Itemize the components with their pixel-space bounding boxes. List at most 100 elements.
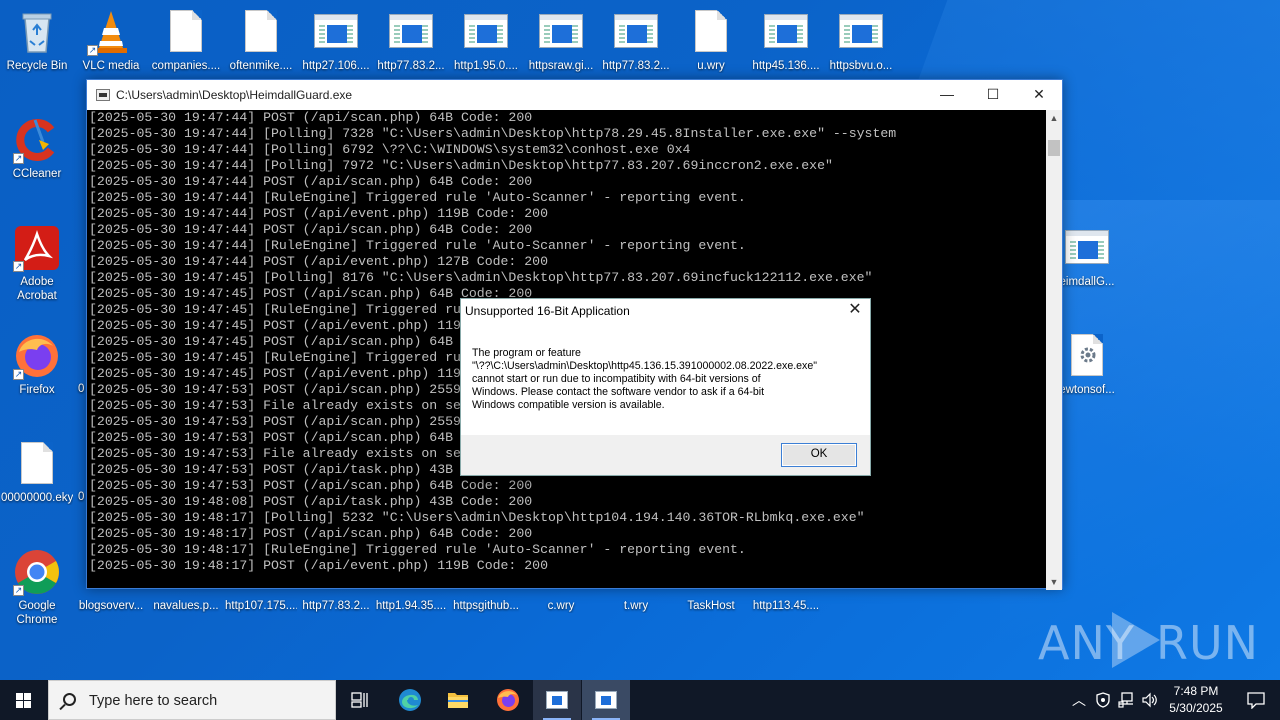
desktop-icon-executable[interactable]: httpsraw.gi... <box>525 8 597 73</box>
console-line: [2025-05-30 19:48:17] POST (/api/scan.ph… <box>89 526 533 541</box>
dialog-message: The program or feature "\??\C:\Users\adm… <box>461 323 870 435</box>
minimize-button[interactable]: — <box>924 80 970 110</box>
desktop-icon-label: TaskHost <box>687 600 735 612</box>
desktop-icon-executable[interactable]: http1.95.0.... <box>450 8 522 73</box>
edge-icon <box>399 689 421 711</box>
vlc-cone-icon: ↗ <box>87 8 135 56</box>
search-icon <box>63 693 76 706</box>
desktop-icon-label: http107.175.... <box>225 600 297 612</box>
notification-icon <box>1247 692 1265 709</box>
desktop-icon-label: http113.45.... <box>752 600 820 612</box>
volume-icon[interactable] <box>1142 692 1158 708</box>
taskbar-edge[interactable] <box>386 680 434 720</box>
console-scrollbar[interactable]: ▲ ▼ <box>1046 110 1062 590</box>
console-line: [2025-05-30 19:47:44] POST (/api/event.p… <box>89 206 548 221</box>
dialog-close-button[interactable]: ✕ <box>842 299 868 323</box>
dialog-message-line: cannot start or run due to incompatibity… <box>472 373 761 385</box>
desktop-icon-file[interactable]: oftenmike.... <box>225 8 297 73</box>
desktop-icon-vlc[interactable]: ↗ VLC media <box>75 8 147 73</box>
desktop-icon-executable[interactable]: http107.175.... <box>225 599 297 613</box>
desktop-icon-label: http77.83.2... <box>602 60 670 72</box>
close-button[interactable]: ✕ <box>1016 80 1062 110</box>
taskbar-app-window[interactable] <box>533 680 581 720</box>
console-titlebar[interactable]: C:\Users\admin\Desktop\HeimdallGuard.exe… <box>87 80 1062 110</box>
console-line: [2025-05-30 19:48:17] [RuleEngine] Trigg… <box>89 542 746 557</box>
system-tray: ︿ <box>1068 680 1160 720</box>
clock-time: 7:48 PM <box>1173 684 1219 698</box>
folder-icon <box>448 693 468 708</box>
application-window-icon <box>312 8 360 56</box>
desktop-icon-file[interactable]: companies.... <box>150 8 222 73</box>
desktop-icon-acrobat[interactable]: ↗ Adobe Acrobat <box>1 224 73 303</box>
application-window-icon <box>537 8 585 56</box>
scroll-up-arrow-icon[interactable]: ▲ <box>1046 110 1062 126</box>
desktop-icon-file[interactable]: navalues.p... <box>150 599 222 613</box>
taskbar-console-window[interactable] <box>582 680 630 720</box>
console-line: [2025-05-30 19:47:44] [RuleEngine] Trigg… <box>89 190 746 205</box>
dialog-message-line: Windows. Please contact the software ven… <box>472 386 765 398</box>
chevron-up-icon[interactable]: ︿ <box>1072 690 1086 710</box>
desktop-icon-file[interactable]: blogsoverv... <box>75 599 147 613</box>
security-shield-icon[interactable] <box>1096 692 1110 708</box>
desktop-icon-label: http1.94.35.... <box>375 600 447 612</box>
application-window-icon <box>546 691 568 709</box>
desktop-icon-file[interactable]: t.wry <box>600 599 672 613</box>
taskbar-firefox[interactable] <box>484 680 532 720</box>
desktop-icon-executable[interactable]: http45.136.... <box>750 8 822 73</box>
application-window-icon <box>837 8 885 56</box>
desktop-icon-label: http27.106.... <box>302 60 370 72</box>
shortcut-arrow-icon: ↗ <box>13 153 24 164</box>
dialog-message-line: "\??\C:\Users\admin\Desktop\http45.136.1… <box>472 360 817 372</box>
task-view-button[interactable] <box>336 680 384 720</box>
console-line: [2025-05-30 19:48:17] POST (/api/event.p… <box>89 558 548 573</box>
google-chrome-icon: ↗ <box>13 548 61 596</box>
console-line: [2025-05-30 19:47:44] [Polling] 7328 "C:… <box>89 126 897 141</box>
network-icon[interactable] <box>1118 692 1134 708</box>
console-line: [2025-05-30 19:47:44] POST (/api/event.p… <box>89 254 548 269</box>
scrollbar-thumb[interactable] <box>1048 140 1060 156</box>
desktop-icon-executable[interactable]: httpsgithub... <box>450 599 522 613</box>
desktop-icon-label: Adobe Acrobat <box>17 276 57 302</box>
desktop-icon-ccleaner[interactable]: ↗ CCleaner <box>1 116 73 181</box>
desktop-icon-file[interactable]: u.wry <box>675 8 747 73</box>
ok-button[interactable]: OK <box>781 443 857 467</box>
maximize-button[interactable]: ☐ <box>970 80 1016 110</box>
console-line: [2025-05-30 19:47:53] POST (/api/scan.ph… <box>89 478 533 493</box>
desktop-icon-executable[interactable]: http77.83.2... <box>300 599 372 613</box>
console-title: C:\Users\admin\Desktop\HeimdallGuard.exe <box>116 88 353 102</box>
desktop-icon-executable[interactable]: httpsbvu.o... <box>825 8 897 73</box>
unsupported-app-dialog[interactable]: Unsupported 16-Bit Application ✕ The pro… <box>460 298 871 476</box>
notifications-button[interactable] <box>1232 680 1280 720</box>
console-app-icon <box>96 89 110 101</box>
scroll-down-arrow-icon[interactable]: ▼ <box>1046 574 1062 590</box>
taskbar-search-box[interactable]: Type here to search <box>48 680 336 720</box>
shortcut-arrow-icon: ↗ <box>13 261 24 272</box>
desktop-icon-executable[interactable]: http77.83.2... <box>600 8 672 73</box>
dialog-titlebar[interactable]: Unsupported 16-Bit Application ✕ <box>461 299 870 323</box>
desktop-icon-firefox[interactable]: ↗ Firefox <box>1 332 73 397</box>
console-line: [2025-05-30 19:47:44] POST (/api/scan.ph… <box>89 222 533 237</box>
shortcut-arrow-icon: ↗ <box>13 369 24 380</box>
desktop-icon-executable[interactable]: http113.45.... <box>750 599 822 613</box>
desktop-icon-label: u.wry <box>697 60 725 72</box>
desktop-icon-label: blogsoverv... <box>78 600 144 612</box>
desktop-icon-executable[interactable]: http27.106.... <box>300 8 372 73</box>
application-window-icon <box>387 8 435 56</box>
application-window-icon <box>462 8 510 56</box>
firefox-icon <box>497 689 519 711</box>
start-button[interactable] <box>0 680 48 720</box>
blank-file-icon <box>237 8 285 56</box>
desktop-icon-file[interactable]: c.wry <box>525 599 597 613</box>
desktop-icon-executable[interactable]: http1.94.35.... <box>375 599 447 613</box>
watermark-text: RUN <box>1156 616 1260 670</box>
desktop-icon-recycle-bin[interactable]: Recycle Bin <box>1 8 73 73</box>
desktop-icon-executable[interactable]: http77.83.2... <box>375 8 447 73</box>
taskbar-file-explorer[interactable] <box>434 680 482 720</box>
desktop-icon-executable[interactable]: TaskHost <box>675 599 747 613</box>
taskbar-clock[interactable]: 7:48 PM 5/30/2025 <box>1160 683 1232 717</box>
taskbar: Type here to search ︿ 7:48 PM 5/30/2025 <box>0 680 1280 720</box>
desktop-icon-file[interactable]: 00000000.eky <box>1 440 73 505</box>
application-window-icon <box>762 8 810 56</box>
desktop-icon-chrome[interactable]: ↗ Google Chrome <box>1 548 73 627</box>
desktop-icon-label: Firefox <box>19 384 55 396</box>
